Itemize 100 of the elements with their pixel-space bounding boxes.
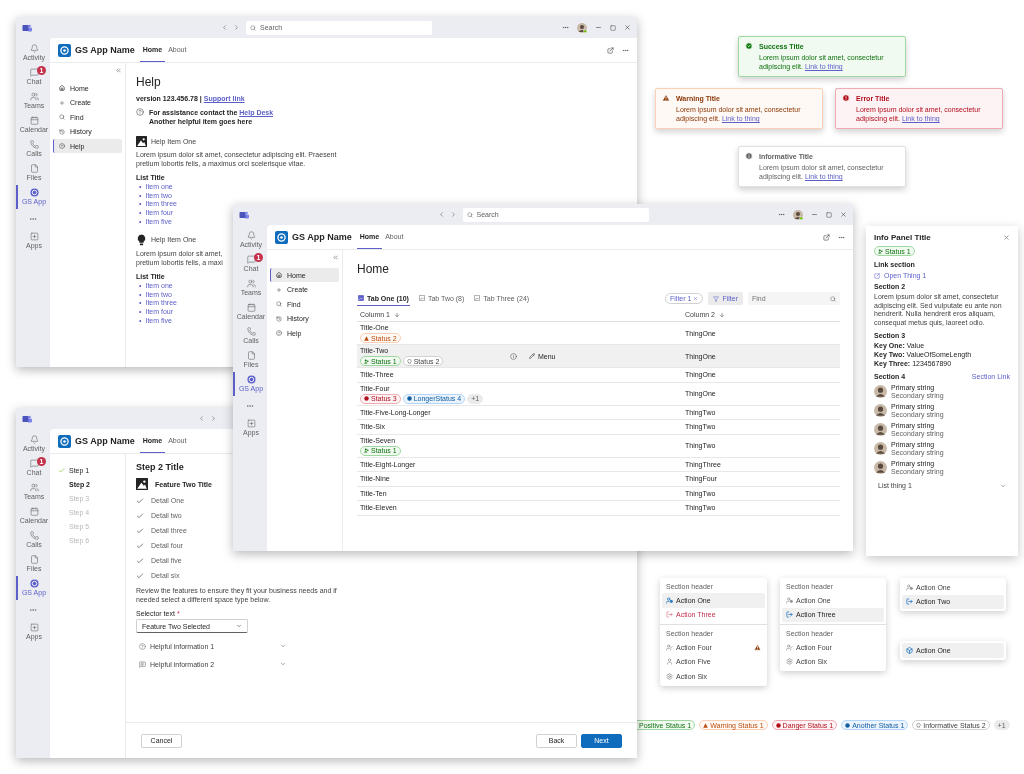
forward-icon[interactable] [449,211,457,218]
warning-icon [662,94,670,102]
close-icon[interactable] [840,211,847,218]
home-icon [276,272,282,278]
lightbulb-icon [406,358,412,364]
phone-icon [29,531,39,540]
settings-icon [786,658,793,666]
filter-icon [713,295,720,302]
info-icon [406,396,412,401]
app-logo-icon [58,434,71,448]
back-icon[interactable] [221,24,228,31]
tab-icon [358,295,364,301]
app-logo-icon [58,43,71,57]
bell-icon [29,435,39,444]
people-icon [364,448,369,453]
file-icon [246,351,256,360]
page-title: Help [136,75,161,89]
calendar-icon [29,116,39,125]
plus-icon [59,99,65,106]
sort-icon[interactable] [718,311,725,318]
home-icon [59,85,65,91]
tab-icon [474,295,481,301]
chat-icon [29,68,39,77]
people-icon [29,483,39,492]
info-icon [745,152,753,160]
chevron-down-icon [1000,482,1006,489]
popout-icon[interactable] [823,233,830,241]
image-icon [136,136,147,147]
check-circle-icon [745,42,753,50]
close-icon[interactable] [624,24,631,31]
info-icon[interactable] [510,352,517,360]
chevron-down-icon [236,623,242,629]
more-icon[interactable] [246,402,254,410]
error-icon [842,94,850,102]
image-icon [136,478,148,490]
people-icon [29,92,39,101]
avatar-icon [874,442,887,456]
close-icon[interactable] [1003,234,1010,241]
phone-icon [246,327,256,336]
app-name: GS App Name [75,436,135,446]
search-icon [250,24,256,31]
settings-icon [666,672,673,680]
plus-icon [276,286,282,293]
more-icon[interactable] [29,215,37,223]
calendar-icon [246,303,256,312]
history-icon [276,315,282,322]
avatar-icon [874,423,887,437]
forward-icon[interactable] [210,415,217,422]
avatar-icon [793,209,803,220]
minimize-icon[interactable] [595,24,602,31]
chevron-down-icon [280,661,286,667]
warning-icon [364,335,369,341]
dismiss-icon[interactable] [693,296,699,301]
logo-icon [22,414,32,423]
user-icon [666,658,673,666]
search-icon [830,295,836,302]
user-check-icon [666,643,673,651]
add-icon [29,232,39,241]
avatar-icon [874,385,887,399]
chevron-down-icon [280,643,286,649]
user-gear-icon [906,583,913,591]
add-icon [29,623,39,632]
search-icon [466,211,473,218]
phone-icon [29,140,39,149]
forward-icon[interactable] [233,24,240,31]
chat-icon [246,255,256,264]
app-icon [246,375,256,384]
back-icon[interactable] [437,211,445,218]
back-icon[interactable] [198,415,205,422]
warning-icon [703,722,709,728]
lightbulb-icon [916,722,922,728]
maximize-icon[interactable] [826,211,832,218]
step-title: Step 2 Title [136,462,184,473]
avatar-icon [874,404,887,418]
avatar-icon [577,22,587,33]
user-gear-icon [786,596,793,604]
app-icon [29,579,39,588]
popout-icon[interactable] [607,46,614,54]
maximize-icon[interactable] [610,24,616,31]
help-icon [59,143,65,149]
page-title: Home [357,262,389,276]
chat-icon [29,459,39,468]
help-icon [139,642,146,650]
avatar-icon [874,461,887,475]
chat-icon [139,660,146,668]
sign-out-icon [786,611,793,619]
people-icon [246,279,256,288]
collapse-icon[interactable] [332,254,339,261]
minimize-icon[interactable] [811,211,818,218]
sort-icon[interactable] [393,311,400,318]
logo-icon [22,23,32,32]
cube-icon [906,646,913,654]
file-icon [29,555,39,564]
open-icon [874,272,880,279]
panel-title: Info Panel Title [874,233,931,242]
app-name: GS App Name [75,45,135,55]
help-icon [276,330,282,336]
lightbulb-icon [136,234,147,246]
more-icon[interactable] [29,606,37,614]
collapse-icon[interactable] [115,67,122,74]
